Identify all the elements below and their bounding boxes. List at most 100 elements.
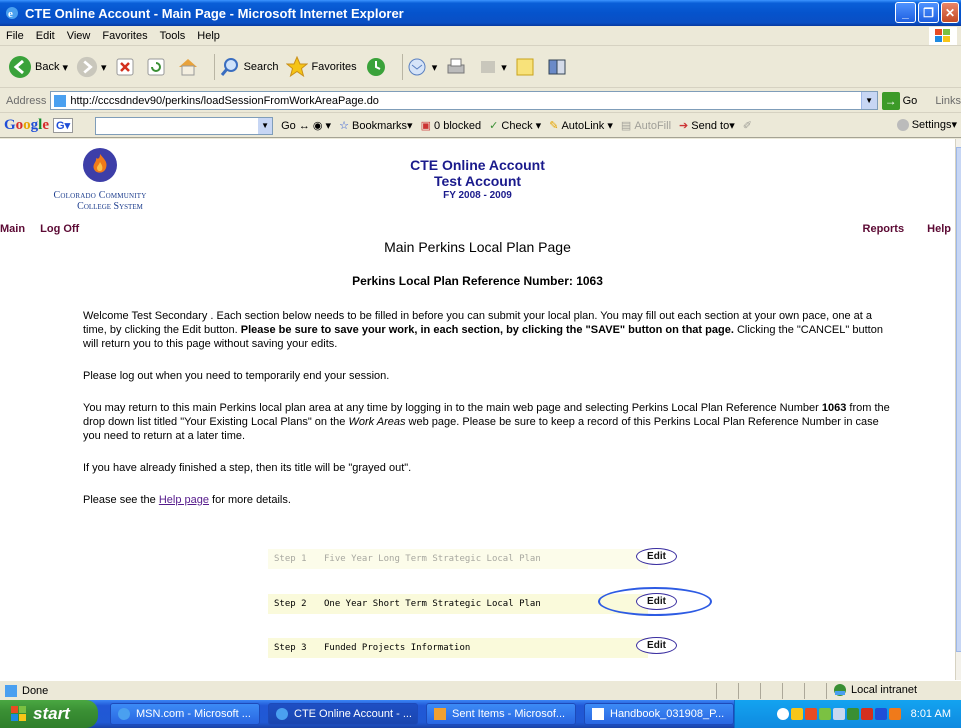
return-paragraph: You may return to this main Perkins loca… <box>83 402 890 442</box>
menu-tools[interactable]: Tools <box>160 30 186 42</box>
go-button[interactable]: → Go <box>881 91 917 110</box>
google-logo[interactable]: Google <box>4 117 49 134</box>
edit-page-icon <box>481 61 496 73</box>
vertical-scrollbar[interactable] <box>955 139 961 680</box>
window-titlebar: e CTE Online Account - Main Page - Micro… <box>0 0 961 26</box>
step-number: Step 1 <box>274 554 307 564</box>
start-button[interactable]: start <box>0 700 98 728</box>
back-arrow-icon <box>9 56 31 78</box>
bookmarks-star-icon: ☆ <box>339 120 349 132</box>
forward-button[interactable]: ▾ <box>76 56 107 78</box>
address-bar: Address http://cccsdndev90/perkins/loadS… <box>0 89 961 113</box>
tray-app-icon[interactable] <box>818 708 831 720</box>
menu-edit[interactable]: Edit <box>36 30 55 42</box>
home-button[interactable] <box>177 57 202 77</box>
nav-right: Reports Help <box>843 223 951 235</box>
tray-icons[interactable] <box>776 708 901 720</box>
header-account: Test Account <box>433 173 522 189</box>
outlook-icon <box>434 708 446 720</box>
tray-network-icon[interactable] <box>832 708 845 720</box>
autofill-button[interactable]: ▤ AutoFill <box>620 119 671 133</box>
autolink-icon: ✎ <box>549 120 559 132</box>
scrollbar-thumb[interactable] <box>956 147 961 652</box>
address-input[interactable]: http://cccsdndev90/perkins/loadSessionFr… <box>50 91 878 110</box>
send-to-icon: ➔ <box>679 120 689 132</box>
edit-page-button[interactable]: ▾ <box>478 57 507 77</box>
step-3-edit-button[interactable]: Edit <box>636 637 677 654</box>
maximize-button[interactable]: ❐ <box>918 2 939 23</box>
history-button[interactable] <box>365 56 390 78</box>
nav-reports-link[interactable]: Reports <box>863 223 905 235</box>
menu-file[interactable]: File <box>6 30 24 42</box>
popup-blocker-icon: ▣ <box>420 120 431 132</box>
step-row-1: Step 1 Five Year Long Term Strategic Loc… <box>268 549 648 569</box>
tray-app-icon[interactable] <box>874 708 887 720</box>
tray-arrow-icon[interactable] <box>776 708 789 720</box>
ie-icon <box>118 708 130 720</box>
help-page-link[interactable]: Help page <box>159 494 209 506</box>
tray-app-icon[interactable] <box>860 708 873 720</box>
nav-main-link[interactable]: Main <box>0 223 25 235</box>
close-button[interactable]: ✕ <box>941 2 959 23</box>
task-cte-online[interactable]: CTE Online Account - ... <box>268 703 418 725</box>
google-go-button[interactable]: Go ↔ ◉ ▾ <box>281 119 331 133</box>
back-button[interactable]: Back ▾ <box>8 55 68 79</box>
popup-blocked-button[interactable]: ▣ 0 blocked <box>420 119 482 133</box>
menu-view[interactable]: View <box>67 30 91 42</box>
ie-icon: e <box>6 7 18 20</box>
google-bookmarks-button[interactable]: ☆ Bookmarks ▾ <box>339 119 413 133</box>
tray-app-icon[interactable] <box>790 708 803 720</box>
task-handbook[interactable]: Handbook_031908_P... <box>584 703 734 725</box>
help-paragraph: Please see the Help page for more detail… <box>83 494 291 506</box>
research-icon <box>548 59 566 75</box>
menu-favorites[interactable]: Favorites <box>102 30 147 42</box>
google-settings-button[interactable]: Settings ▾ <box>896 118 957 131</box>
tray-app-icon[interactable] <box>804 708 817 720</box>
welcome-paragraph: Welcome Test Secondary . Each section be… <box>83 310 883 350</box>
tray-app-icon[interactable] <box>846 708 859 720</box>
nav-logoff-link[interactable]: Log Off <box>40 223 79 235</box>
mail-button[interactable]: ▾ <box>407 57 437 77</box>
mail-icon <box>408 58 426 76</box>
nav-left: Main Log Off <box>0 223 91 235</box>
menu-help[interactable]: Help <box>197 30 220 42</box>
favorites-button[interactable]: Favorites <box>286 56 357 78</box>
google-search-input[interactable]: ▼ <box>95 116 274 135</box>
spell-check-button[interactable]: ✓ Check ▾ <box>489 119 541 133</box>
search-icon <box>220 58 238 76</box>
autolink-button[interactable]: ✎ AutoLink ▾ <box>549 119 613 133</box>
google-menu-icon[interactable]: G▾ <box>53 118 74 133</box>
history-icon <box>366 58 385 76</box>
refresh-button[interactable] <box>146 57 169 77</box>
minimize-button[interactable]: _ <box>895 2 916 23</box>
links-button[interactable]: Links <box>935 95 961 107</box>
research-button[interactable] <box>546 56 571 78</box>
status-text: Done <box>22 684 49 697</box>
google-dropdown-icon[interactable]: ▼ <box>258 117 273 134</box>
step-number: Step 3 <box>274 643 307 653</box>
taskbar: start MSN.com - Microsoft ... CTE Online… <box>0 700 961 728</box>
stop-button[interactable] <box>115 57 138 77</box>
clock[interactable]: 8:01 AM <box>911 708 951 720</box>
task-sent-items[interactable]: Sent Items - Microsof... <box>426 703 576 725</box>
task-msn[interactable]: MSN.com - Microsoft ... <box>110 703 260 725</box>
address-label: Address <box>6 94 47 107</box>
settings-icon <box>896 118 909 131</box>
autofill-icon: ▤ <box>620 120 632 132</box>
nav-help-link[interactable]: Help <box>927 223 951 235</box>
step-1-edit-button[interactable]: Edit <box>636 548 677 565</box>
highlight-icon[interactable]: ✐ <box>743 119 752 132</box>
address-dropdown-icon[interactable]: ▼ <box>860 92 877 109</box>
status-bar: Done Local intranet <box>0 680 961 700</box>
step-row-3: Step 3 Funded Projects Information <box>268 638 648 658</box>
search-button[interactable]: Search <box>219 56 278 78</box>
step-label: One Year Short Term Strategic Local Plan <box>324 599 541 609</box>
ie-icon <box>276 708 288 720</box>
tray-app-icon[interactable] <box>888 708 901 720</box>
send-to-button[interactable]: ➔ Send to ▾ <box>679 119 735 133</box>
discuss-button[interactable] <box>515 57 538 77</box>
security-zone: Local intranet <box>832 683 917 697</box>
edit-highlight-circle <box>598 587 712 616</box>
print-button[interactable] <box>445 57 470 77</box>
step-label: Five Year Long Term Strategic Local Plan <box>324 554 541 564</box>
